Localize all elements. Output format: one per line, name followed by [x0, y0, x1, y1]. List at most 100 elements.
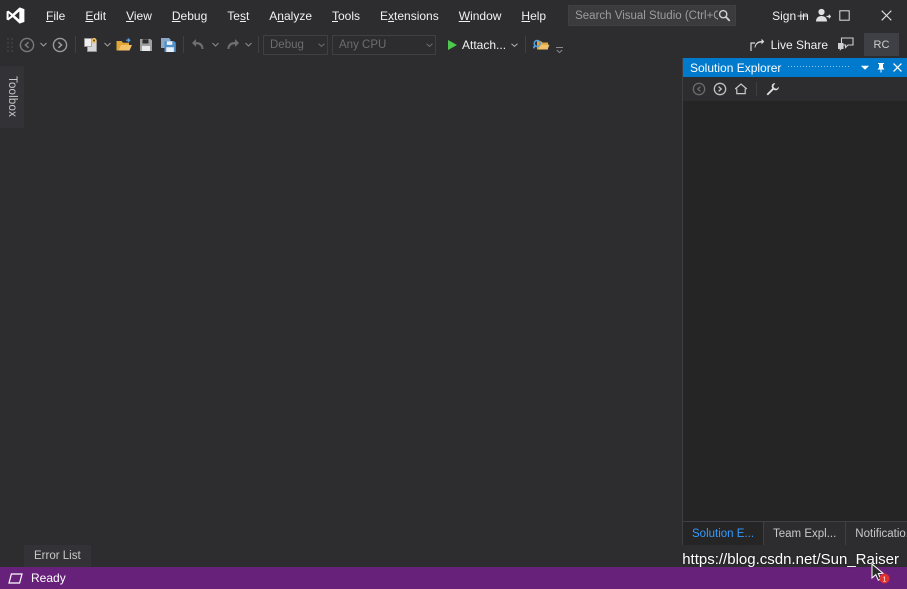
chevron-down-icon [245, 42, 252, 47]
chevron-down-icon [318, 42, 325, 47]
undo-button[interactable] [188, 34, 210, 56]
solution-explorer-title-bar[interactable]: Solution Explorer [683, 58, 907, 77]
toolbar-separator [525, 36, 527, 53]
save-all-button[interactable] [157, 34, 179, 56]
feedback-button[interactable] [834, 34, 856, 56]
solution-configuration-select[interactable]: Debug [263, 34, 328, 55]
solution-explorer-home-button[interactable] [731, 79, 751, 99]
play-icon [448, 39, 457, 50]
solution-explorer-back-button[interactable] [689, 79, 709, 99]
live-share-icon [750, 38, 764, 51]
menu-item-file[interactable]: File [36, 5, 75, 27]
find-in-files-button[interactable] [530, 34, 552, 56]
solution-explorer-properties-button[interactable] [762, 79, 782, 99]
navigate-forward-button[interactable] [49, 34, 71, 56]
editor-area[interactable] [25, 58, 682, 545]
menu-item-analyze[interactable]: Analyze [259, 5, 322, 27]
toolbox-label: Toolbox [6, 76, 18, 118]
solution-platform-select[interactable]: Any CPU [332, 34, 436, 55]
visual-studio-logo-icon [0, 0, 30, 31]
feedback-icon [837, 37, 854, 51]
navigate-back-button[interactable] [16, 34, 38, 56]
menu-item-edit[interactable]: Edit [75, 5, 116, 27]
live-share-button[interactable]: Live Share [744, 34, 834, 56]
title-bar: File Edit View Debug Test Analyze Tools … [0, 0, 907, 31]
toolbar-overflow-button[interactable] [552, 32, 566, 57]
navigate-back-dropdown[interactable] [38, 34, 49, 56]
svg-text:1: 1 [883, 577, 887, 584]
toolbar-overflow-icon [555, 47, 563, 54]
undo-dropdown[interactable] [210, 34, 221, 56]
solution-platform-value: Any CPU [339, 38, 387, 51]
window-controls [781, 0, 907, 31]
toolbar-separator [258, 36, 259, 53]
toolbar-separator [183, 36, 184, 53]
ready-icon [8, 572, 23, 584]
menu-item-window[interactable]: Window [449, 5, 512, 27]
close-button[interactable] [865, 0, 907, 31]
new-project-dropdown[interactable] [102, 34, 113, 56]
tab-error-list[interactable]: Error List [24, 545, 91, 567]
menu-bar: File Edit View Debug Test Analyze Tools … [36, 0, 556, 31]
home-icon [734, 83, 748, 95]
toolbar-grip[interactable] [6, 37, 14, 53]
user-initials-badge[interactable]: RC [864, 33, 899, 56]
visual-studio-window: File Edit View Debug Test Analyze Tools … [0, 0, 907, 589]
standard-toolbar: Debug Any CPU Attach... Live Share RC [0, 31, 907, 58]
save-button[interactable] [135, 34, 157, 56]
solution-configuration-value: Debug [270, 38, 304, 51]
drag-handle-dots[interactable] [787, 58, 851, 77]
minimize-button[interactable] [781, 0, 823, 31]
solution-explorer-toolbar [683, 77, 907, 101]
maximize-button[interactable] [823, 0, 865, 31]
solution-explorer-dropdown-button[interactable] [857, 58, 873, 77]
open-file-icon [116, 37, 132, 50]
tab-solution-explorer[interactable]: Solution E... [683, 522, 765, 545]
search-input[interactable]: Search Visual Studio (Ctrl+Q) [568, 5, 737, 26]
tab-notifications[interactable]: Notificatio... [846, 522, 907, 545]
navigate-back-icon [19, 37, 35, 52]
menu-item-view[interactable]: View [116, 5, 162, 27]
chevron-down-icon [104, 42, 111, 47]
search-icon [718, 9, 731, 22]
toolbar-right-group: Live Share RC [744, 31, 907, 58]
menu-item-help[interactable]: Help [511, 5, 556, 27]
solution-explorer-tab-strip: Solution E... Team Expl... Notificatio..… [683, 521, 907, 545]
close-icon [892, 63, 902, 72]
find-in-files-icon [532, 39, 550, 49]
menu-item-extensions[interactable]: Extensions [370, 5, 449, 27]
solution-explorer-tree[interactable] [683, 101, 907, 521]
navigate-forward-icon [52, 37, 68, 52]
attach-button[interactable]: Attach... [444, 34, 521, 56]
back-icon [692, 82, 706, 96]
toolbox-rail: Toolbox [0, 58, 25, 545]
chevron-down-icon [212, 42, 219, 47]
chevron-down-icon [861, 65, 869, 70]
solution-explorer-panel: Solution Explorer Solution E... Team Exp… [682, 58, 907, 545]
status-text: Ready [31, 571, 66, 585]
chevron-down-icon [40, 42, 47, 47]
solution-explorer-forward-button[interactable] [710, 79, 730, 99]
toolbar-separator [75, 36, 76, 53]
menu-item-tools[interactable]: Tools [322, 5, 370, 27]
toolbox-tab[interactable]: Toolbox [0, 66, 24, 128]
menu-item-debug[interactable]: Debug [162, 5, 217, 27]
redo-dropdown[interactable] [243, 34, 254, 56]
pin-icon [877, 63, 885, 73]
solution-explorer-close-button[interactable] [889, 58, 905, 77]
new-project-button[interactable] [80, 34, 102, 56]
undo-icon [192, 39, 204, 49]
wrench-icon [766, 82, 779, 95]
menu-item-test[interactable]: Test [217, 5, 259, 27]
forward-icon [713, 82, 727, 96]
open-file-button[interactable] [113, 34, 135, 56]
redo-button[interactable] [221, 34, 243, 56]
redo-icon [227, 39, 239, 49]
mouse-cursor-icon: 1 [871, 563, 890, 584]
search-placeholder: Search Visual Studio (Ctrl+Q) [575, 9, 719, 22]
chevron-down-icon [426, 42, 433, 47]
save-icon [140, 38, 152, 51]
solution-explorer-title: Solution Explorer [690, 60, 782, 75]
solution-explorer-pin-button[interactable] [873, 58, 889, 77]
tab-team-explorer[interactable]: Team Expl... [764, 522, 847, 545]
